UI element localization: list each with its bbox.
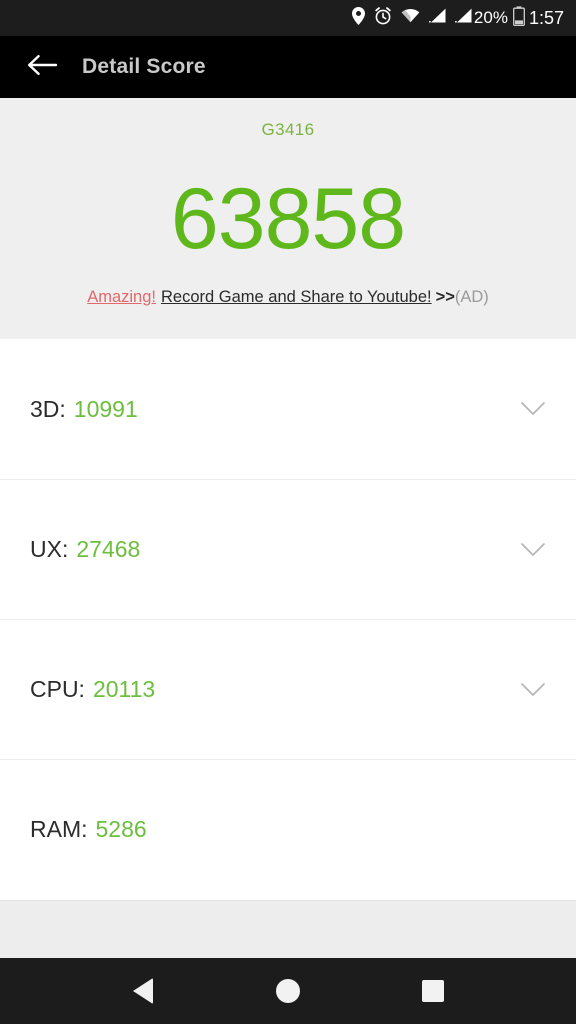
ad-tag-label: (AD): [454, 288, 489, 306]
row-label: CPU:: [30, 676, 85, 702]
signal-bars-icon: [428, 8, 446, 28]
row-label: 3D:: [30, 395, 66, 422]
row-label: UX:: [30, 536, 69, 562]
chevron-down-icon[interactable]: [518, 394, 548, 424]
app-bar: Detail Score: [0, 36, 576, 98]
score-summary-card: G3416 63858 Amazing! Record Game and Sha…: [0, 98, 576, 339]
android-nav-bar: [0, 958, 576, 1024]
back-arrow-icon: [27, 53, 58, 82]
battery-percent-label: 20%: [473, 8, 508, 27]
nav-back-triangle-icon: [132, 978, 153, 1004]
table-row[interactable]: RAM: 5286: [0, 759, 576, 899]
device-name-label: G3416: [261, 120, 315, 139]
ad-arrows: >>: [435, 288, 455, 306]
table-row[interactable]: UX: 27468: [0, 479, 576, 619]
signal-bars-2-icon: [454, 8, 472, 28]
clock-label: 1:57: [528, 7, 564, 28]
ad-main-text: Record Game and Share to Youtube!: [160, 288, 432, 306]
nav-recents-square-icon: [422, 980, 445, 1002]
wifi-icon: [401, 8, 420, 28]
bottom-filler: [0, 900, 576, 958]
ad-banner[interactable]: Amazing! Record Game and Share to Youtub…: [87, 288, 489, 307]
nav-home-button[interactable]: [260, 963, 316, 1019]
status-bar: 20% 1:57: [0, 0, 576, 36]
nav-recents-button[interactable]: [405, 963, 461, 1019]
back-button[interactable]: [20, 45, 64, 89]
total-score-value: 63858: [170, 171, 406, 267]
table-row[interactable]: CPU: 20113: [0, 619, 576, 759]
phone-screen: 20% 1:57 Detail Score G3416 63858 Amazin…: [0, 0, 576, 1024]
table-row[interactable]: 3D: 10991: [0, 339, 576, 479]
row-value: 27468: [76, 536, 141, 562]
row-label: RAM:: [30, 816, 88, 842]
chevron-down-icon[interactable]: [518, 675, 548, 705]
status-bar-icons: [351, 6, 472, 30]
page-title: Detail Score: [82, 55, 206, 78]
battery-icon: [513, 5, 525, 31]
nav-back-button[interactable]: [115, 963, 171, 1019]
detail-score-list: 3D: 10991 UX: 27468 CPU: 20113 RAM: 5286: [0, 339, 576, 900]
row-value: 5286: [95, 816, 147, 842]
nav-home-circle-icon: [275, 979, 300, 1003]
location-pin-icon: [351, 6, 365, 30]
alarm-clock-icon: [374, 6, 392, 30]
ad-highlight-text: Amazing!: [87, 288, 156, 306]
chevron-down-icon[interactable]: [518, 535, 548, 565]
row-value: 10991: [73, 395, 138, 422]
row-value: 20113: [92, 676, 156, 702]
